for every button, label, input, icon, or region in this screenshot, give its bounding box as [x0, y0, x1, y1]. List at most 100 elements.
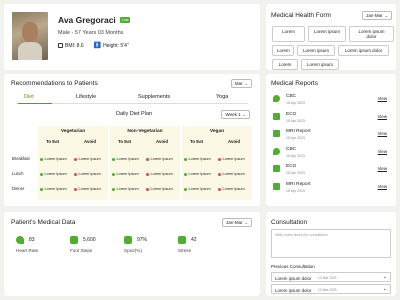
eat-item: Lorem Ipsum [184, 172, 211, 176]
previous-consultation-item[interactable]: Lorem ipsum dolor 12 Mar 2023 ⌄ [271, 284, 391, 294]
eat-item: Lorem Ipsum [40, 157, 67, 161]
diet-plan-title: Daily Diet Plan [116, 111, 153, 117]
form-chip[interactable]: Lorem [272, 45, 294, 56]
person-icon: 🚹 [93, 43, 102, 49]
eat-item: Lorem Ipsum [40, 187, 67, 191]
report-row: MRI Report 15 Apr 2023 View [271, 181, 391, 197]
footsteps-icon [70, 236, 78, 244]
previous-consultation-label: Previous Consultation [271, 264, 315, 269]
report-row: ECG 15 Apr 2023 View [271, 163, 391, 179]
view-report-link[interactable]: View [378, 96, 387, 101]
metric-item: 42 Stress [178, 236, 228, 260]
consultation-notes-input[interactable]: Write notes about the consultation [271, 229, 391, 258]
scan-icon [273, 130, 280, 137]
form-chip[interactable]: Lorem ipsum [301, 59, 339, 70]
drop-icon [273, 147, 280, 155]
health-form-period-dropdown[interactable]: Jan-Mar ⌄ [362, 11, 392, 20]
eat-dot-icon [184, 187, 187, 191]
view-report-link[interactable]: View [378, 114, 387, 119]
report-date: 15 Apr 2023 [286, 171, 305, 175]
view-report-link[interactable]: View [378, 149, 387, 154]
report-name: ECG [286, 111, 297, 117]
eat-dot-icon [184, 157, 187, 161]
view-report-link[interactable]: View [378, 166, 387, 171]
metric-item: 83 Heart Rate [16, 236, 66, 260]
avoid-item: Lorem Ipsum [218, 187, 245, 191]
metric-value: 83 [29, 237, 35, 243]
notes-placeholder: Write notes about the consultation [275, 233, 328, 237]
avoid-dot-icon [146, 172, 149, 176]
report-date: 15 Apr 2023 [286, 118, 305, 123]
health-form-card: Medical Health Form Jan-Mar ⌄ Lorem Lorem… [266, 4, 396, 70]
diet-group-title: Vegan [209, 129, 225, 134]
report-date: 15 Apr 2023 [286, 101, 305, 105]
medical-data-period-dropdown[interactable]: Jan-Mar ⌄ [222, 218, 252, 227]
avoid-item: Lorem Ipsum [146, 157, 173, 161]
eat-item: Lorem Ipsum [184, 187, 211, 191]
chevron-down-icon: ⌄ [382, 274, 387, 280]
view-report-link[interactable]: View [378, 184, 387, 189]
active-tab-indicator [18, 102, 52, 104]
form-chip[interactable]: Lorem ipsum dolor [349, 26, 394, 42]
report-date: 15 Apr 2023 [286, 188, 305, 193]
bmi-metric: BMI: 8.6 [58, 43, 84, 49]
form-chip[interactable]: Lorem [272, 59, 298, 70]
medical-reports-card: Medical Reports CBC 15 Apr 2023 View ECG 15 … [266, 74, 396, 206]
card-title: Consultation [271, 219, 308, 226]
report-row: CBC 15 Apr 2023 View [271, 146, 391, 162]
medical-data-card: Patient's Medical Data Jan-Mar ⌄ 83 Heart … [4, 212, 260, 296]
previous-consultation-item[interactable]: Lorem ipsum dolor 12 Mar 2023 ⌄ [271, 272, 391, 282]
metrics-row: 83 Heart Rate 5,600 Foot Steps 97% Spo2(%) 42 S… [16, 236, 256, 260]
avoid-item: Lorem Ipsum [74, 157, 101, 161]
metric-value: 42 [191, 237, 197, 243]
diet-group-column: Vegetarian To Eat Avoid Lorem Ipsum Lorem Ip… [38, 126, 108, 200]
avoid-dot-icon [146, 157, 149, 161]
tab-diet[interactable]: Diet [24, 94, 34, 100]
tab-supplements[interactable]: Supplements [138, 94, 170, 100]
metric-label: Spo2(%) [124, 248, 142, 253]
tab-lifestyle[interactable]: Lifestyle [76, 94, 96, 100]
consultation-title: Lorem ipsum dolor [275, 275, 312, 281]
consultation-card: Consultation Write notes about the consu… [266, 212, 396, 296]
meal-label: Dinner [12, 186, 25, 191]
consultation-date: 12 Mar 2023 [318, 276, 337, 280]
report-name: MRI Report [286, 129, 311, 134]
avoid-item: Lorem Ipsum [218, 157, 245, 161]
lungs-icon [124, 236, 132, 244]
avoid-header: Avoid [156, 139, 169, 144]
eat-item: Lorem Ipsum [112, 187, 139, 191]
view-report-link[interactable]: View [378, 131, 387, 136]
form-chip[interactable]: Lorem ipsum [308, 26, 346, 42]
tab-yoga[interactable]: Yoga [216, 94, 228, 100]
metric-item: 5,600 Foot Steps [70, 236, 120, 260]
eat-dot-icon [112, 172, 115, 176]
chevron-down-icon: ⌄ [382, 286, 387, 292]
week-dropdown[interactable]: Week 1 ⌄ [221, 110, 250, 119]
eat-item: Lorem Ipsum [112, 157, 139, 161]
chevron-down-icon: ⌄ [244, 81, 248, 86]
form-chip[interactable]: Lorem ipsum dolor [338, 45, 389, 56]
report-row: ECG 15 Apr 2023 View [271, 111, 391, 127]
report-date: 15 Apr 2023 [286, 136, 305, 140]
metric-label: Foot Steps [70, 248, 93, 253]
avoid-item: Lorem Ipsum [146, 172, 173, 176]
avoid-dot-icon [74, 157, 77, 161]
avoid-dot-icon [218, 157, 221, 161]
scan-icon [273, 182, 280, 190]
to-eat-header: To Eat [46, 139, 60, 144]
form-chip[interactable]: Lorem ipsum [297, 45, 335, 56]
avoid-dot-icon [218, 187, 221, 191]
recommendations-month-dropdown[interactable]: Mar ⌄ [230, 79, 252, 88]
metric-value: 97% [137, 237, 148, 243]
form-chip[interactable]: Lorem [272, 26, 305, 42]
consultation-title: Lorem ipsum dolor [275, 287, 312, 293]
diet-plan-grid: Vegetarian To Eat Avoid Lorem Ipsum Lorem Ip… [4, 124, 260, 204]
height-metric: 🚹 Height: 5'4" [93, 42, 129, 50]
recommendations-card: Recommendations to Patients Mar ⌄ Diet Li… [4, 74, 260, 206]
report-name: CBC [286, 146, 297, 152]
card-title: Medical Health Form [271, 12, 331, 19]
consultation-date: 12 Mar 2023 [318, 288, 337, 292]
metric-item: 97% Spo2(%) [124, 236, 174, 260]
avoid-dot-icon [74, 187, 77, 191]
stress-icon [178, 236, 186, 244]
